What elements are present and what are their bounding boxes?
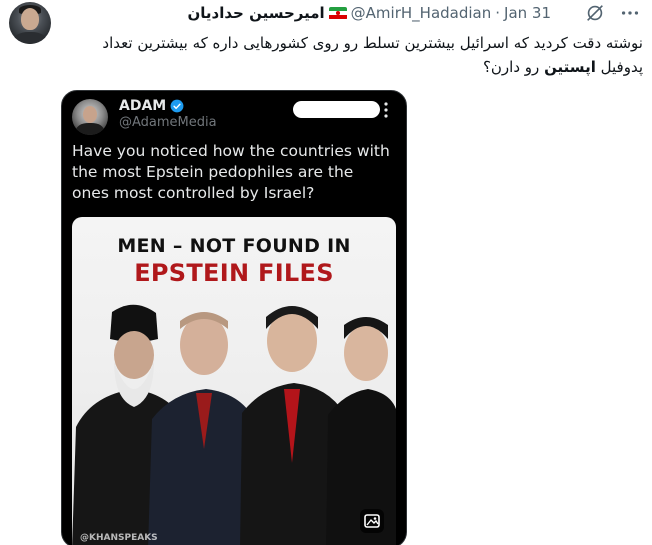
- poster-figures: [72, 304, 396, 545]
- quoted-author-name-row: ADAM: [119, 98, 184, 114]
- iran-flag-icon: [328, 6, 347, 20]
- quoted-text: Have you noticed how the countries with …: [72, 142, 390, 202]
- author-avatar[interactable]: [9, 2, 51, 44]
- poster-watermark: @KHANSPEAKS: [80, 533, 158, 543]
- grok-icon[interactable]: [584, 2, 606, 24]
- tweet-text-prefix: پدوفیل: [600, 58, 643, 76]
- quoted-avatar: [72, 99, 108, 135]
- tweet-text-bold-word: اپستین: [544, 58, 596, 76]
- tweet-media-image[interactable]: ADAM @AdameMedia Have you noticed how th…: [61, 90, 407, 545]
- author-display-name[interactable]: امیرحسین حدادیان: [187, 4, 324, 22]
- quoted-author-handle: @AdameMedia: [119, 115, 217, 130]
- tweet-date[interactable]: Jan 31: [504, 4, 551, 22]
- alt-text-icon[interactable]: [360, 509, 384, 533]
- more-icon[interactable]: [619, 2, 641, 24]
- tweet-text-suffix: رو دارن؟: [482, 58, 540, 76]
- author-handle[interactable]: @AmirH_Hadadian: [351, 4, 492, 22]
- header-separator: ·: [495, 4, 501, 22]
- tweet-text-line1: نوشته دقت کردید که اسرائیل بیشترین تسلط …: [102, 34, 643, 52]
- tweet[interactable]: امیرحسین حدادیان @AmirH_Hadadian · Jan 3…: [0, 0, 652, 545]
- quoted-more-icon: [384, 102, 388, 118]
- quoted-author-name: ADAM: [119, 98, 167, 114]
- tweet-header: امیرحسین حدادیان @AmirH_Hadadian · Jan 3…: [187, 3, 551, 23]
- tweet-text: نوشته دقت کردید که اسرائیل بیشترین تسلط …: [53, 31, 643, 79]
- poster-image: MEN – NOT FOUND IN EPSTEIN FILES @KHANSP…: [72, 217, 396, 545]
- tweet-text-line2: پدوفیل اپستین رو دارن؟: [53, 55, 643, 79]
- verified-badge-icon: [170, 99, 184, 113]
- redacted-pill: [293, 101, 380, 118]
